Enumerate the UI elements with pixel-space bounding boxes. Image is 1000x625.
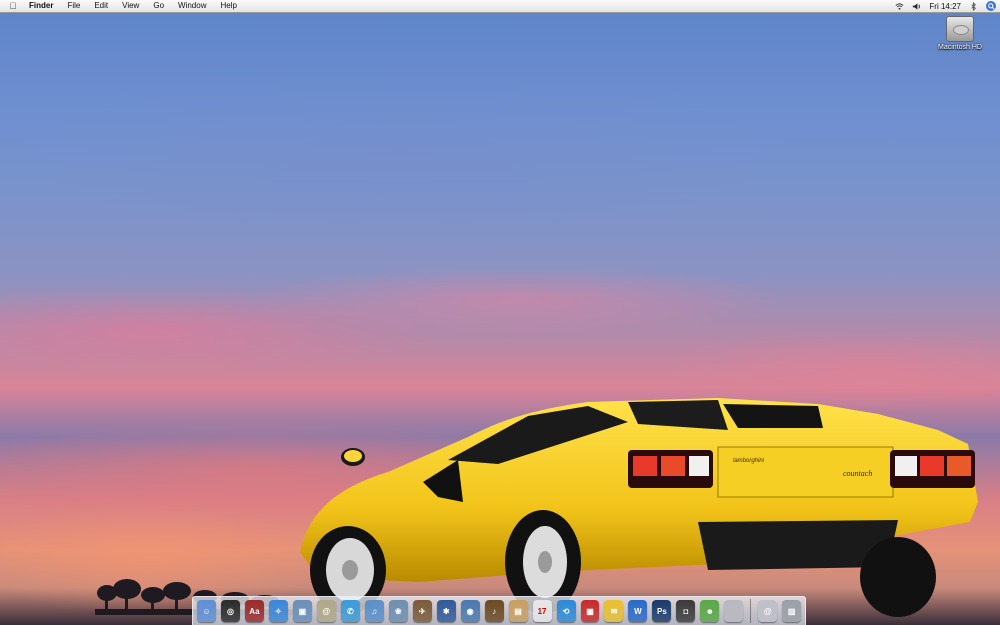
dock-itunes-icon[interactable]: ♫ <box>364 600 384 622</box>
menubar-clock[interactable]: Fri 14:27 <box>929 2 961 11</box>
desktop-wallpaper: lamborghini countach <box>0 0 1000 625</box>
dock-system-preferences-icon[interactable] <box>724 600 744 622</box>
dock-iweb-icon[interactable]: ✈ <box>412 600 432 622</box>
dock-imovie-icon[interactable]: ✱ <box>436 600 456 622</box>
menu-bar:  Finder File Edit View Go Window Help F… <box>0 0 1000 13</box>
apple-icon[interactable]:  <box>4 1 22 11</box>
dock-separator <box>750 599 752 623</box>
dock-dashboard-icon[interactable]: ◎ <box>220 600 240 622</box>
wifi-icon[interactable] <box>895 2 904 11</box>
dock-idvd-icon[interactable]: ◉ <box>460 600 480 622</box>
dock-safari-icon[interactable]: ✧ <box>268 600 288 622</box>
dock-trash-icon[interactable]: ▥ <box>782 600 802 622</box>
menu-help[interactable]: Help <box>213 0 243 12</box>
dock-word-icon[interactable]: W <box>628 600 648 622</box>
dock: ☺ ◎ Aa ✧ ▣ @ ✆ ♫ ❀ ✈ ✱ ◉ ♪ ▤ 17 ⟲ ▦ ✉ W Ps ◘ ☻ @ ▥ <box>192 596 806 625</box>
volume-icon[interactable] <box>912 2 921 11</box>
dock-camera-icon[interactable]: ◘ <box>676 600 696 622</box>
menu-go[interactable]: Go <box>146 0 171 12</box>
yellow-sports-car: lamborghini countach <box>300 398 978 617</box>
menu-app-name[interactable]: Finder <box>22 0 60 12</box>
spotlight-icon[interactable] <box>986 1 996 11</box>
dock-ical-icon[interactable]: 17 <box>532 600 552 622</box>
dock-stickies-icon[interactable]: ✉ <box>604 600 624 622</box>
dock-time-machine-icon[interactable]: ⟲ <box>556 600 576 622</box>
dock-iphoto-icon[interactable]: ❀ <box>388 600 408 622</box>
menu-window[interactable]: Window <box>171 0 213 12</box>
dock-downloads-stack-icon[interactable]: @ <box>758 600 778 622</box>
status-area: Fri 14:27 <box>895 0 996 12</box>
dock-photo-booth-icon[interactable]: ▦ <box>580 600 600 622</box>
dock-address-book-icon[interactable]: ▤ <box>508 600 528 622</box>
menu-file[interactable]: File <box>60 0 87 12</box>
menu-edit[interactable]: Edit <box>87 0 115 12</box>
model-badge: countach <box>843 469 872 478</box>
bluetooth-icon[interactable] <box>969 1 978 11</box>
macintosh-hd-label: Macintosh HD <box>938 44 982 51</box>
brand-badge: lamborghini <box>733 458 765 464</box>
dock-ichat-icon[interactable]: ✆ <box>340 600 360 622</box>
dock-preview-icon[interactable]: ▣ <box>292 600 312 622</box>
dock-garageband-icon[interactable]: ♪ <box>484 600 504 622</box>
hard-drive-icon <box>946 16 974 42</box>
dock-adium-icon[interactable]: ☻ <box>700 600 720 622</box>
dock-dictionary-icon[interactable]: Aa <box>244 600 264 622</box>
dock-mail-icon[interactable]: @ <box>316 600 336 622</box>
macintosh-hd-icon[interactable]: Macintosh HD <box>932 16 988 51</box>
dock-photoshop-icon[interactable]: Ps <box>652 600 672 622</box>
dock-finder-icon[interactable]: ☺ <box>197 600 216 622</box>
menu-view[interactable]: View <box>115 0 146 12</box>
